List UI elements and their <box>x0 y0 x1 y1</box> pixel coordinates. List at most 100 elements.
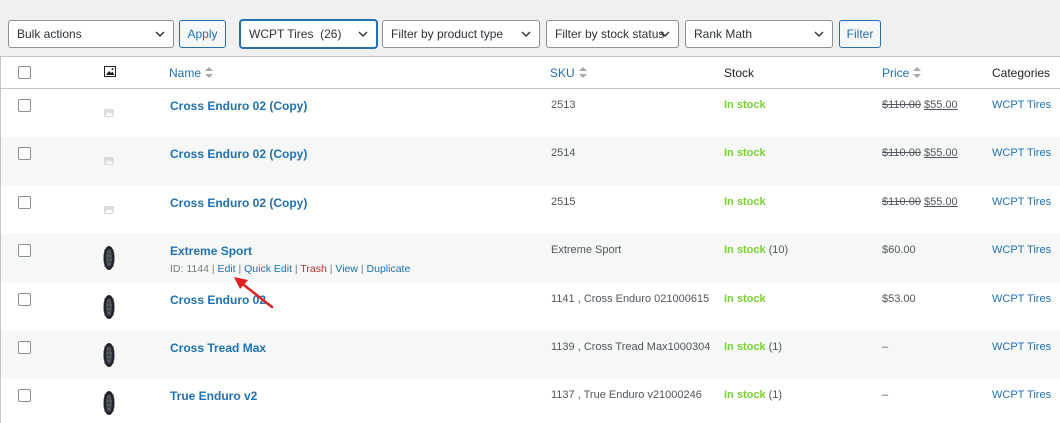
table-row: Cross Tread Max 1139 , Cross Tread Max10… <box>1 331 1060 380</box>
table-row: Extreme Sport ID: 1144 | Edit | Quick Ed… <box>1 234 1060 283</box>
chevron-down-icon <box>155 31 165 37</box>
name-column-header[interactable]: Name <box>169 66 214 80</box>
category-link[interactable]: WCPT Tires <box>992 389 1051 401</box>
row-checkbox[interactable] <box>18 195 31 209</box>
regular-price: $110.00 <box>882 195 921 208</box>
row-checkbox[interactable] <box>18 341 31 354</box>
category-link[interactable]: WCPT Tires <box>992 293 1051 305</box>
regular-price: $110.00 <box>882 99 921 111</box>
category-link[interactable]: WCPT Tires <box>992 99 1051 111</box>
stock-status: In stock (1) <box>724 341 783 353</box>
products-table: Name SKU Stock Price Categories Cross En… <box>0 56 1060 423</box>
category-link[interactable]: WCPT Tires <box>992 341 1051 353</box>
image-icon <box>104 66 116 77</box>
product-thumbnail[interactable] <box>92 192 126 227</box>
product-price: $110.00 $55.00 <box>882 99 958 111</box>
product-name-link[interactable]: True Enduro v2 <box>170 389 257 403</box>
apply-button[interactable]: Apply <box>179 20 226 48</box>
product-name-link[interactable]: Cross Enduro 02 (Copy) <box>170 99 307 113</box>
category-link[interactable]: WCPT Tires <box>992 147 1051 159</box>
stock-status: In stock <box>724 147 766 160</box>
table-row: Cross Enduro 02 1141 , Cross Enduro 0210… <box>1 283 1060 331</box>
product-sku: 2513 <box>551 99 576 111</box>
product-category-label: WCPT Tires (26) <box>249 27 342 41</box>
product-thumbnail[interactable] <box>92 289 126 324</box>
tablenav-top: Bulk actions Apply WCPT Tires (26) Filte… <box>0 0 1060 56</box>
stock-quantity: (1) <box>768 341 783 353</box>
product-sku: 1137 , True Enduro v21000246 <box>551 389 702 402</box>
product-sku: Extreme Sport <box>551 244 622 257</box>
stock-status: In stock <box>724 292 766 305</box>
placeholder-image-icon <box>104 109 114 117</box>
product-name-link[interactable]: Cross Tread Max <box>170 341 266 355</box>
table-row: Cross Enduro 02 (Copy) 2513 In stock $11… <box>1 89 1060 137</box>
table-row: Cross Enduro 02 (Copy) 2514 In stock $11… <box>1 137 1060 186</box>
product-name-link[interactable]: Cross Enduro 02 (Copy) <box>170 196 307 210</box>
product-price: $110.00 $55.00 <box>882 196 958 208</box>
bulk-actions-select[interactable]: Bulk actions <box>8 20 174 48</box>
product-category-select[interactable]: WCPT Tires (26) <box>240 20 377 48</box>
product-type-select[interactable]: Filter by product type <box>382 20 540 48</box>
table-header: Name SKU Stock Price Categories <box>1 57 1060 89</box>
table-row: True Enduro v2 1137 , True Enduro v21000… <box>1 379 1060 423</box>
row-actions: ID: 1144 | Edit | Quick Edit | Trash | V… <box>170 263 411 276</box>
chevron-down-icon <box>358 31 368 37</box>
stock-status-label: Filter by stock status <box>555 27 665 41</box>
product-thumbnail[interactable] <box>92 386 126 421</box>
placeholder-image-icon <box>104 157 114 166</box>
sale-price: $55.00 <box>924 195 958 208</box>
sort-icon <box>578 67 587 78</box>
stock-status-select[interactable]: Filter by stock status <box>546 20 679 48</box>
product-sku: 2514 <box>551 147 576 160</box>
duplicate-link[interactable]: Duplicate <box>367 263 411 275</box>
stock-status: In stock <box>724 195 766 208</box>
sku-header-label: SKU <box>550 66 575 80</box>
product-name-link[interactable]: Cross Enduro 02 (Copy) <box>170 147 307 161</box>
row-checkbox[interactable] <box>18 99 31 112</box>
sort-icon <box>913 67 922 78</box>
price-column-header[interactable]: Price <box>882 66 922 80</box>
product-thumbnail[interactable] <box>92 96 126 130</box>
price-header-label: Price <box>882 66 910 80</box>
product-price: $60.00 <box>882 244 916 257</box>
annotation-arrow-icon <box>234 277 274 309</box>
chevron-down-icon <box>660 31 670 37</box>
product-price: – <box>882 341 889 353</box>
placeholder-image-icon <box>104 205 114 214</box>
row-checkbox[interactable] <box>18 147 31 161</box>
product-price: – <box>882 389 889 402</box>
category-link[interactable]: WCPT Tires <box>992 196 1051 208</box>
product-price: $53.00 <box>882 292 916 305</box>
trash-link[interactable]: Trash <box>300 263 326 275</box>
category-link[interactable]: WCPT Tires <box>992 244 1051 256</box>
sale-price: $55.00 <box>924 147 958 160</box>
sku-column-header[interactable]: SKU <box>550 66 587 80</box>
stock-quantity: (1) <box>768 389 783 402</box>
product-thumbnail[interactable] <box>92 338 126 372</box>
name-header-label: Name <box>169 66 202 80</box>
chevron-down-icon <box>814 31 824 37</box>
view-link[interactable]: View <box>335 263 358 275</box>
tire-image-icon <box>103 294 115 319</box>
filter-button[interactable]: Filter <box>839 20 881 48</box>
sort-icon <box>205 67 214 78</box>
select-all-checkbox[interactable] <box>18 66 31 79</box>
regular-price: $110.00 <box>882 147 921 160</box>
categories-column-header: Categories <box>992 66 1051 80</box>
product-thumbnail[interactable] <box>92 144 126 179</box>
row-checkbox[interactable] <box>18 389 31 403</box>
chevron-down-icon <box>521 31 531 37</box>
rank-math-select[interactable]: Rank Math <box>685 20 833 48</box>
product-name-link[interactable]: Extreme Sport <box>170 244 252 258</box>
product-sku: 1139 , Cross Tread Max1000304 <box>551 341 711 353</box>
row-checkbox[interactable] <box>18 244 31 258</box>
product-thumbnail[interactable] <box>92 241 126 276</box>
table-row: Cross Enduro 02 (Copy) 2515 In stock $11… <box>1 186 1060 234</box>
bulk-actions-label: Bulk actions <box>17 27 82 41</box>
sale-price: $55.00 <box>924 99 958 111</box>
stock-quantity: (10) <box>768 244 789 257</box>
rank-math-label: Rank Math <box>694 27 753 41</box>
product-type-label: Filter by product type <box>391 27 504 41</box>
product-id: ID: 1144 <box>170 263 209 276</box>
row-checkbox[interactable] <box>18 292 31 306</box>
